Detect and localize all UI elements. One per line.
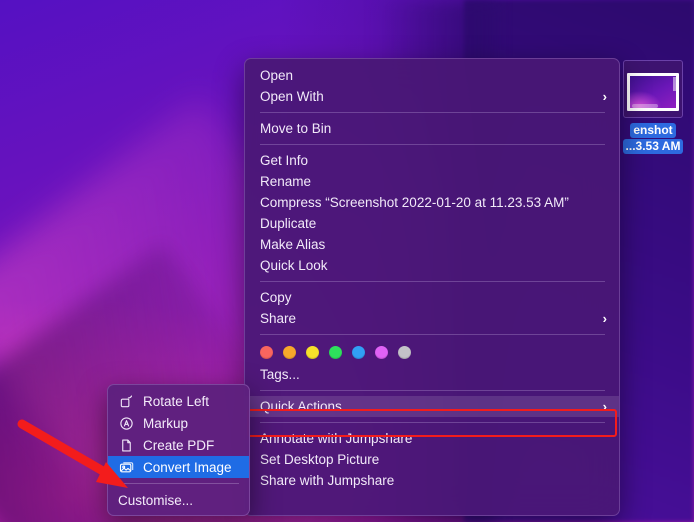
tag-color-purple[interactable] bbox=[375, 345, 388, 359]
chevron-right-icon: › bbox=[602, 399, 607, 414]
menu-item-label: Rename bbox=[260, 174, 312, 189]
menu-item-rename[interactable]: Rename bbox=[245, 171, 619, 192]
menu-item-open[interactable]: Open bbox=[245, 65, 619, 86]
submenu-item-create-pdf[interactable]: Create PDF bbox=[108, 434, 249, 456]
create-pdf-icon bbox=[118, 437, 134, 453]
menu-item-duplicate[interactable]: Duplicate bbox=[245, 213, 619, 234]
menu-item-move-to-bin[interactable]: Move to Bin bbox=[245, 118, 619, 139]
menu-item-label: Move to Bin bbox=[260, 121, 332, 136]
submenu-item-label: Markup bbox=[143, 415, 189, 431]
submenu-separator bbox=[118, 483, 239, 484]
tag-color-row[interactable] bbox=[245, 340, 619, 364]
tag-color-orange[interactable] bbox=[283, 345, 296, 359]
submenu-item-rotate-left[interactable]: Rotate Left bbox=[108, 390, 249, 412]
menu-item-label: Quick Look bbox=[260, 258, 328, 273]
submenu-item-label: Rotate Left bbox=[143, 393, 210, 409]
menu-item-label: Open bbox=[260, 68, 294, 83]
menu-item-tags[interactable]: Tags... bbox=[245, 364, 619, 385]
submenu-item-label: Create PDF bbox=[143, 437, 215, 453]
menu-item-label: Duplicate bbox=[260, 216, 317, 231]
menu-item-quick-actions[interactable]: Quick Actions › bbox=[245, 396, 619, 417]
context-menu[interactable]: Open Open With › Move to Bin Get Info Re… bbox=[244, 58, 620, 516]
quick-actions-submenu[interactable]: Rotate Left Markup Create PDF Convert Im… bbox=[107, 384, 250, 516]
markup-icon bbox=[118, 415, 134, 431]
menu-item-share-with-jumpshare[interactable]: Share with Jumpshare bbox=[245, 470, 619, 491]
submenu-item-label: Customise... bbox=[118, 492, 194, 508]
menu-item-annotate-with-jumpshare[interactable]: Annotate with Jumpshare bbox=[245, 428, 619, 449]
thumbnail-widgets bbox=[673, 77, 676, 91]
menu-item-open-with[interactable]: Open With › bbox=[245, 86, 619, 107]
menu-item-make-alias[interactable]: Make Alias bbox=[245, 234, 619, 255]
rotate-left-icon bbox=[118, 393, 134, 409]
menu-item-label: Tags... bbox=[260, 367, 300, 382]
submenu-item-convert-image[interactable]: Convert Image bbox=[108, 456, 249, 478]
menu-item-label: Set Desktop Picture bbox=[260, 452, 380, 467]
menu-item-compress[interactable]: Compress “Screenshot 2022-01-20 at 11.23… bbox=[245, 192, 619, 213]
menu-item-label: Share bbox=[260, 311, 297, 326]
submenu-item-label: Convert Image bbox=[143, 459, 232, 475]
file-name-line1: enshot bbox=[630, 123, 676, 138]
menu-item-label: Share with Jumpshare bbox=[260, 473, 395, 488]
tag-color-yellow[interactable] bbox=[306, 345, 319, 359]
submenu-item-customise[interactable]: Customise... bbox=[108, 489, 249, 511]
menu-item-label: Quick Actions bbox=[260, 399, 342, 414]
menu-bottom-padding bbox=[245, 491, 619, 497]
submenu-item-markup[interactable]: Markup bbox=[108, 412, 249, 434]
menu-item-label: Annotate with Jumpshare bbox=[260, 431, 413, 446]
thumbnail-frame bbox=[627, 73, 679, 111]
file-thumbnail-icon[interactable] bbox=[623, 60, 683, 118]
menu-item-set-desktop-picture[interactable]: Set Desktop Picture bbox=[245, 449, 619, 470]
menu-separator bbox=[260, 422, 605, 423]
menu-separator bbox=[260, 334, 605, 335]
menu-item-get-info[interactable]: Get Info bbox=[245, 150, 619, 171]
tag-color-blue[interactable] bbox=[352, 345, 365, 359]
file-name-label[interactable]: enshot ...3.53 AM bbox=[612, 122, 694, 154]
menu-item-label: Copy bbox=[260, 290, 292, 305]
menu-separator bbox=[260, 144, 605, 145]
tag-color-red[interactable] bbox=[260, 345, 273, 359]
menu-item-label: Make Alias bbox=[260, 237, 326, 252]
menu-item-share[interactable]: Share › bbox=[245, 308, 619, 329]
menu-separator bbox=[260, 112, 605, 113]
menu-item-quick-look[interactable]: Quick Look bbox=[245, 255, 619, 276]
file-name-line2: ...3.53 AM bbox=[622, 139, 684, 154]
chevron-right-icon: › bbox=[602, 311, 607, 326]
convert-image-icon bbox=[118, 459, 134, 475]
tag-color-green[interactable] bbox=[329, 345, 342, 359]
tag-color-gray[interactable] bbox=[398, 345, 411, 359]
menu-item-label: Get Info bbox=[260, 153, 309, 168]
menu-separator bbox=[260, 281, 605, 282]
desktop-file-item[interactable]: enshot ...3.53 AM bbox=[612, 60, 694, 154]
thumbnail-dock bbox=[632, 104, 658, 108]
menu-separator bbox=[260, 390, 605, 391]
menu-item-label: Compress “Screenshot 2022-01-20 at 11.23… bbox=[260, 195, 569, 210]
chevron-right-icon: › bbox=[602, 89, 607, 104]
menu-item-copy[interactable]: Copy bbox=[245, 287, 619, 308]
screen: enshot ...3.53 AM Open Open With › Move … bbox=[0, 0, 694, 522]
menu-item-label: Open With bbox=[260, 89, 324, 104]
